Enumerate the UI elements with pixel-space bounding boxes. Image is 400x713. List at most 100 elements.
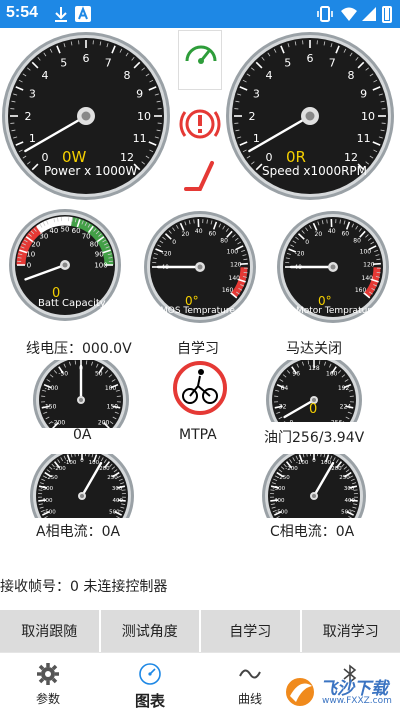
- mos-tick-label: 40: [195, 228, 203, 235]
- a_current-tick-label: -300: [41, 486, 54, 492]
- battery-capacity-label: Batt Capacity: [38, 298, 106, 309]
- download-icon: [52, 5, 70, 23]
- speed-tick-label: 0: [265, 151, 272, 164]
- battery-icon: [382, 6, 392, 23]
- throttle-tick-label: 160: [326, 370, 338, 377]
- app-notification-icon: [74, 5, 92, 23]
- motor-tick-label: -20: [295, 251, 305, 258]
- cancel-learn-button[interactable]: 取消学习: [301, 610, 400, 652]
- c_current-tick-label: -200: [285, 466, 298, 472]
- motor-status-label: 马达关闭: [286, 341, 342, 357]
- a_current-tick-label: 100: [89, 460, 100, 466]
- mos-tick-label: 100: [227, 248, 239, 255]
- speed-gauge: 0 1 2 3 4 5 6 7 8 9 10 11 12 0R Speed x1000RPM: [224, 30, 396, 202]
- mos-tick-label: -20: [162, 251, 172, 258]
- mos-tick-label: 80: [220, 237, 228, 244]
- throttle-tick-label: 96: [292, 370, 300, 377]
- status-time: 5:54: [6, 4, 39, 21]
- power-tick-label: 1: [29, 132, 36, 145]
- throttle-tick-label: 128: [308, 365, 320, 372]
- motor-tick-label: 20: [315, 231, 323, 238]
- tab-curves[interactable]: 曲线: [210, 653, 290, 713]
- line-voltage-gauge: -200-150-100-50050100150200: [33, 360, 129, 428]
- speedometer-warning-icon[interactable]: [178, 30, 222, 90]
- c_current-tick-label: 100: [321, 460, 332, 466]
- line_voltage-tick-label: 50: [95, 370, 103, 377]
- c-phase-current-gauge: -600-500-400-300-250-200-100010020025030…: [260, 454, 368, 518]
- motor-tick-label: 0: [305, 239, 309, 246]
- a_current-tick-label: -400: [40, 498, 53, 504]
- action-button-row: 取消跟随 测试角度 自学习 取消学习: [0, 610, 400, 652]
- a_current-tick-label: 500: [109, 510, 120, 516]
- mos-tick-label: 60: [208, 230, 216, 237]
- vibrate-icon: [316, 5, 334, 23]
- throttle-tick-label: 32: [279, 403, 287, 410]
- mos-tick-label: 160: [222, 287, 234, 294]
- line_voltage-tick-label: -50: [58, 370, 68, 377]
- a_current-tick-label: 300: [112, 486, 123, 492]
- a_current-tick-label: -100: [64, 460, 77, 466]
- tab-curves-label: 曲线: [237, 692, 262, 706]
- power-tick-label: 9: [136, 88, 143, 101]
- tab-params[interactable]: 参数: [8, 653, 88, 713]
- power-tick-label: 2: [25, 110, 32, 123]
- mos-tick-label: 120: [230, 262, 242, 269]
- motor-temperature-gauge: -40-20020406080100120140160 0° Motor Tem…: [276, 210, 390, 324]
- batt-tick-label: 60: [72, 227, 81, 235]
- cancel-follow-button[interactable]: 取消跟随: [0, 610, 99, 652]
- motor-tick-label: 100: [360, 248, 372, 255]
- power-tick-label: 7: [105, 56, 112, 69]
- self-learn-status-label: 自学习: [177, 341, 219, 357]
- dashboard-gauge-icon: [139, 663, 161, 685]
- speed-tick-label: 3: [253, 88, 260, 101]
- motor-tick-label: 160: [355, 287, 367, 294]
- speed-tick-label: 4: [265, 69, 272, 82]
- speed-tick-label: 1: [253, 132, 260, 145]
- a_current-tick-label: -500: [43, 510, 56, 516]
- cell-signal-icon: [360, 5, 378, 23]
- mtpa-bicycle-icon[interactable]: [172, 360, 228, 416]
- line_voltage-tick-label: -200: [52, 420, 66, 427]
- a_current-tick-label: 400: [113, 498, 124, 504]
- wifi-icon: [340, 5, 358, 23]
- a-phase-current-gauge: -600-500-400-300-250-200-100010020025030…: [28, 454, 136, 518]
- motor-tick-label: 120: [363, 262, 375, 269]
- power-tick-label: 5: [60, 56, 67, 69]
- power-gauge: 0 1 2 3 4 5 6 7 8 9 10 11 12 0W Power x 1000W: [0, 30, 172, 202]
- tab-dashboard[interactable]: 图表: [110, 653, 190, 713]
- c_current-tick-label: 0: [312, 458, 316, 464]
- motor-tick-label: 60: [341, 230, 349, 237]
- mos-tick-label: 140: [229, 275, 241, 282]
- c_current-tick-label: -500: [275, 510, 288, 516]
- test-angle-button[interactable]: 测试角度: [100, 610, 199, 652]
- c_current-tick-label: -400: [272, 498, 285, 504]
- line-voltage-label: 线电压：000.0V: [26, 341, 132, 357]
- wave-curve-icon: [239, 669, 261, 679]
- c_current-tick-label: -250: [277, 475, 290, 481]
- batt-tick-label: 20: [31, 240, 40, 248]
- c_current-tick-label: 250: [339, 475, 350, 481]
- batt-tick-label: 30: [39, 232, 48, 240]
- batt-tick-label: 70: [82, 232, 91, 240]
- batt-tick-label: 100: [94, 261, 107, 269]
- a_current-tick-label: 200: [99, 466, 110, 472]
- brake-warning-icon[interactable]: [178, 102, 222, 146]
- power-unit-label: Power x 1000W: [44, 164, 138, 178]
- c_current-tick-label: -300: [273, 486, 286, 492]
- speed-tick-label: 7: [329, 56, 336, 69]
- batt-tick-label: 40: [49, 227, 58, 235]
- line_voltage-tick-label: 200: [98, 420, 110, 427]
- power-tick-label: 8: [124, 69, 131, 82]
- a_current-tick-label: 250: [107, 475, 118, 481]
- tab-dashboard-label: 图表: [134, 692, 165, 710]
- throttle-gauge-value: 0: [309, 402, 318, 417]
- power-tick-label: 3: [29, 88, 36, 101]
- c_current-tick-label: 200: [331, 466, 342, 472]
- throttle-tick-label: 256: [331, 420, 343, 422]
- self-learn-button[interactable]: 自学习: [201, 610, 300, 652]
- frame-info-label: 接收帧号：0 未连接控制器: [0, 579, 168, 595]
- mos-tick-label: 20: [182, 231, 190, 238]
- speed-tick-label: 6: [307, 52, 314, 65]
- speed-tick-label: 9: [360, 88, 367, 101]
- throttle-pedal-icon[interactable]: [178, 155, 222, 195]
